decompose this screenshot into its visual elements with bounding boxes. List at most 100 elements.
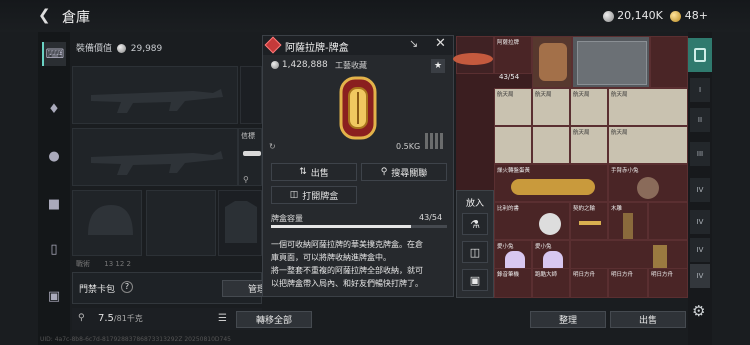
carving-item[interactable]: 木雕 xyxy=(608,202,648,240)
vest-icon[interactable]: ■ xyxy=(42,192,66,216)
weapon-icon[interactable]: ⌨ xyxy=(42,42,66,66)
tab-3[interactable]: III xyxy=(690,142,710,166)
rifle-silhouette-icon xyxy=(91,151,223,175)
cell-label: 燥火轉盤蛋黃 xyxy=(497,168,531,174)
cell-label: 明日方舟 xyxy=(611,272,634,278)
put-in-label: 放入 xyxy=(466,199,485,209)
arknights-item[interactable]: 明日方舟 xyxy=(570,268,608,298)
dropper-icon[interactable]: ⚗ xyxy=(462,213,488,235)
box-capacity-label: 牌盒容量 xyxy=(271,214,303,223)
document-item[interactable]: 航天局 xyxy=(570,126,608,164)
backpack-icon[interactable]: ▯ xyxy=(42,237,66,261)
help-icon[interactable]: ? xyxy=(121,281,133,293)
open-box-button[interactable]: ◫ 打開牌盒 xyxy=(271,186,357,204)
armor-icon[interactable]: ♦ xyxy=(42,97,66,121)
stash-tab-active[interactable] xyxy=(688,38,712,72)
tab-7[interactable]: IV xyxy=(690,264,710,288)
golden-item[interactable]: 燥火轉盤蛋黃 xyxy=(494,164,608,202)
tidy-button[interactable]: 整理 xyxy=(530,311,606,328)
helmet-slot[interactable] xyxy=(72,190,142,256)
tab-5[interactable]: IV xyxy=(690,210,710,234)
box-icon: ◫ xyxy=(289,190,299,200)
briefcase-icon[interactable]: ▣ xyxy=(462,269,488,291)
gold-item-icon xyxy=(511,179,595,195)
empty-cell[interactable] xyxy=(650,36,688,88)
document-item[interactable] xyxy=(532,126,570,164)
bag-icon[interactable]: ◫ xyxy=(462,241,488,263)
tab-6[interactable]: IV xyxy=(690,238,710,262)
box-count: 43/54 xyxy=(499,73,520,81)
fish-item[interactable] xyxy=(453,36,494,74)
close-icon[interactable]: ✕ xyxy=(435,36,446,51)
parkour-item[interactable]: 跑酷大師 xyxy=(532,268,570,298)
belt-slot[interactable]: 信標 ⚲ xyxy=(238,128,262,186)
knife-icon xyxy=(243,151,261,156)
case-item[interactable] xyxy=(572,36,650,88)
arrow-left-icon[interactable]: ❮ xyxy=(38,6,51,24)
context-menu: 放入 ⚗ ◫ ▣ xyxy=(456,190,494,298)
search-button-label: 搜尋關聯 xyxy=(391,168,428,179)
primary-weapon-slot[interactable] xyxy=(72,66,238,124)
gear-icon[interactable]: ⚙ xyxy=(692,302,705,320)
helmet-icon[interactable]: ● xyxy=(42,144,66,168)
cell-label: 航天局 xyxy=(497,92,514,98)
document-item[interactable] xyxy=(494,126,532,164)
secondary-weapon-slot[interactable] xyxy=(72,128,238,186)
cell-label: 航天局 xyxy=(535,92,552,98)
armor-slot[interactable] xyxy=(146,190,216,256)
rig-slot[interactable] xyxy=(218,190,262,256)
cell-label: 航天局 xyxy=(611,130,628,136)
case-icon xyxy=(577,41,647,85)
doll-item[interactable]: 比利的書 xyxy=(494,202,570,240)
cell-label: 航天局 xyxy=(573,130,590,136)
gold-amount: 48+ xyxy=(684,9,708,22)
key-item[interactable]: 契約之輪 xyxy=(570,202,608,240)
rarity-diamond-icon xyxy=(264,36,282,54)
lock-icon: ⚲ xyxy=(243,175,249,184)
arknights-item[interactable]: 明日方舟 xyxy=(648,268,688,298)
tab-1[interactable]: I xyxy=(690,78,710,102)
favorite-star-icon[interactable]: ★ xyxy=(431,59,445,73)
stash-sell-button[interactable]: 出售 xyxy=(610,311,686,328)
carving-icon xyxy=(623,213,633,239)
sell-icon: ⇅ xyxy=(299,167,307,177)
capacity-max: /81千克 xyxy=(113,314,143,323)
link-icon[interactable]: ↻ xyxy=(269,142,276,151)
grid-size-icon xyxy=(425,133,445,149)
document-item[interactable]: 航天局 xyxy=(608,88,688,126)
sell-button[interactable]: ⇅ 出售 xyxy=(271,163,357,181)
collapse-icon[interactable]: ↘ xyxy=(409,37,418,50)
box-capacity-fill xyxy=(271,225,412,228)
slot-counts-value: 13 12 2 xyxy=(104,260,131,268)
document-item[interactable]: 航天局 xyxy=(532,88,570,126)
belt-slot-label: 信標 xyxy=(241,132,255,140)
item-weight: 0.5KG xyxy=(396,142,421,151)
list-icon[interactable]: ☰ xyxy=(218,313,227,324)
recorder-item[interactable]: 錄音筆機 xyxy=(494,268,532,298)
helmet-silhouette-icon xyxy=(88,205,133,235)
tab-2[interactable]: II xyxy=(690,108,710,132)
side-slot-1[interactable] xyxy=(240,66,262,124)
cell-label: 手臂赤小兔 xyxy=(611,168,639,174)
fish-icon xyxy=(453,53,493,65)
glove-item[interactable] xyxy=(532,36,572,88)
vest-silhouette-icon xyxy=(225,201,257,243)
capacity-current: 7.5 xyxy=(98,313,114,324)
transfer-all-button[interactable]: 轉移全部 xyxy=(236,311,312,328)
tab-4[interactable]: IV xyxy=(690,178,710,202)
card-item[interactable]: 阿薩拉牌 43/54 xyxy=(494,36,532,81)
silver-amount: 20,140K xyxy=(617,9,663,22)
cell-label: 阿薩拉牌 xyxy=(497,40,520,46)
stash-icon xyxy=(694,48,706,62)
search-related-button[interactable]: ⚲ 搜尋關聯 xyxy=(361,163,447,181)
document-item[interactable]: 航天局 xyxy=(570,88,608,126)
gold-coin-icon xyxy=(670,10,682,22)
desc-line-4: 以把牌盒帶入局內、和好友們暢快打牌了。 xyxy=(271,279,423,288)
arknights-item[interactable]: 明日方舟 xyxy=(608,268,648,298)
figure-item[interactable]: 手臂赤小兔 xyxy=(608,164,688,202)
empty-cell[interactable] xyxy=(648,202,688,240)
document-item[interactable]: 航天局 xyxy=(494,88,532,126)
document-item[interactable]: 航天局 xyxy=(608,126,688,164)
figure-icon xyxy=(637,177,659,199)
case-icon[interactable]: ▣ xyxy=(42,284,66,308)
